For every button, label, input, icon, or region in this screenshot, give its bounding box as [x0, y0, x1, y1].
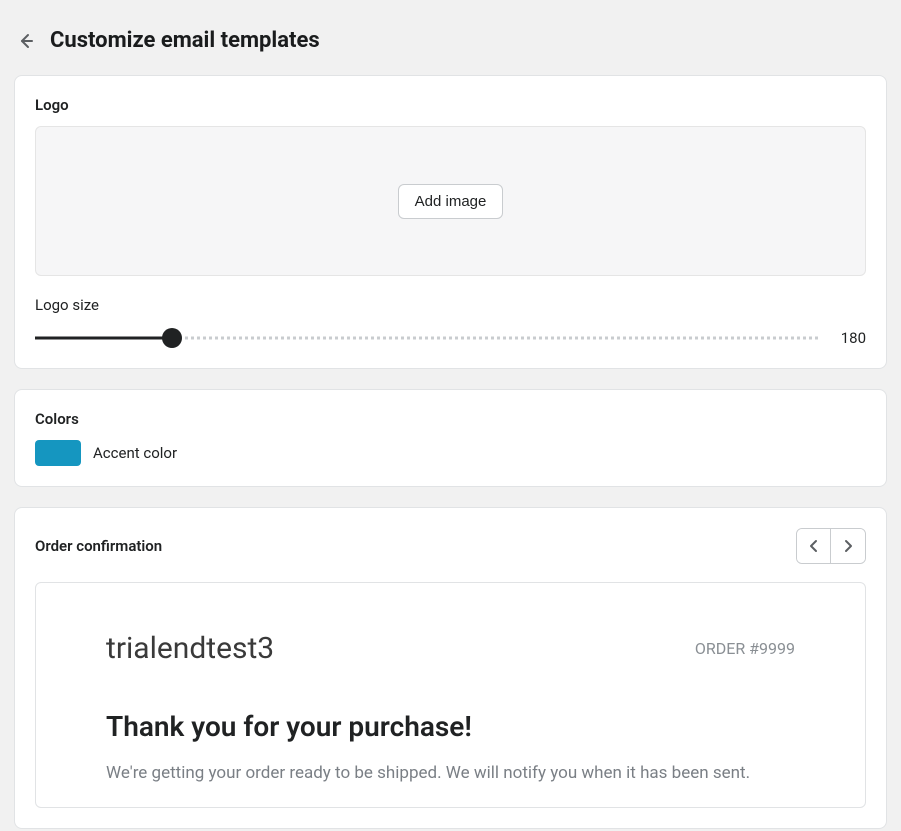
store-name: trialendtest3: [106, 631, 274, 666]
email-body: We're getting your order ready to be shi…: [106, 761, 795, 787]
email-heading: Thank you for your purchase!: [106, 710, 795, 743]
preview-next-button[interactable]: [831, 529, 865, 563]
logo-size-slider-row: 180: [35, 328, 866, 348]
logo-dropzone[interactable]: Add image: [35, 126, 866, 276]
preview-prev-button[interactable]: [797, 529, 831, 563]
accent-color-row: Accent color: [35, 440, 866, 466]
slider-fill: [35, 337, 172, 340]
order-number: ORDER #9999: [695, 639, 795, 658]
page-header: Customize email templates: [0, 0, 901, 75]
page-title: Customize email templates: [50, 28, 320, 53]
colors-label: Colors: [35, 410, 866, 428]
logo-size-slider[interactable]: [35, 328, 818, 348]
back-button[interactable]: [14, 29, 38, 53]
preview-nav: [796, 528, 866, 564]
preview-header: Order confirmation: [35, 528, 866, 564]
accent-color-label: Accent color: [93, 444, 177, 462]
email-top-row: trialendtest3 ORDER #9999: [106, 631, 795, 666]
email-preview: trialendtest3 ORDER #9999 Thank you for …: [35, 582, 866, 808]
logo-label: Logo: [35, 96, 866, 114]
preview-title: Order confirmation: [35, 537, 162, 555]
logo-size-value: 180: [834, 329, 866, 347]
logo-card: Logo Add image Logo size 180: [14, 75, 887, 369]
logo-size-label: Logo size: [35, 296, 866, 314]
colors-card: Colors Accent color: [14, 389, 887, 487]
accent-color-swatch[interactable]: [35, 440, 81, 466]
slider-handle[interactable]: [162, 328, 182, 348]
add-image-button[interactable]: Add image: [398, 184, 504, 219]
preview-card: Order confirmation trialendtest3 ORDER #…: [14, 507, 887, 829]
